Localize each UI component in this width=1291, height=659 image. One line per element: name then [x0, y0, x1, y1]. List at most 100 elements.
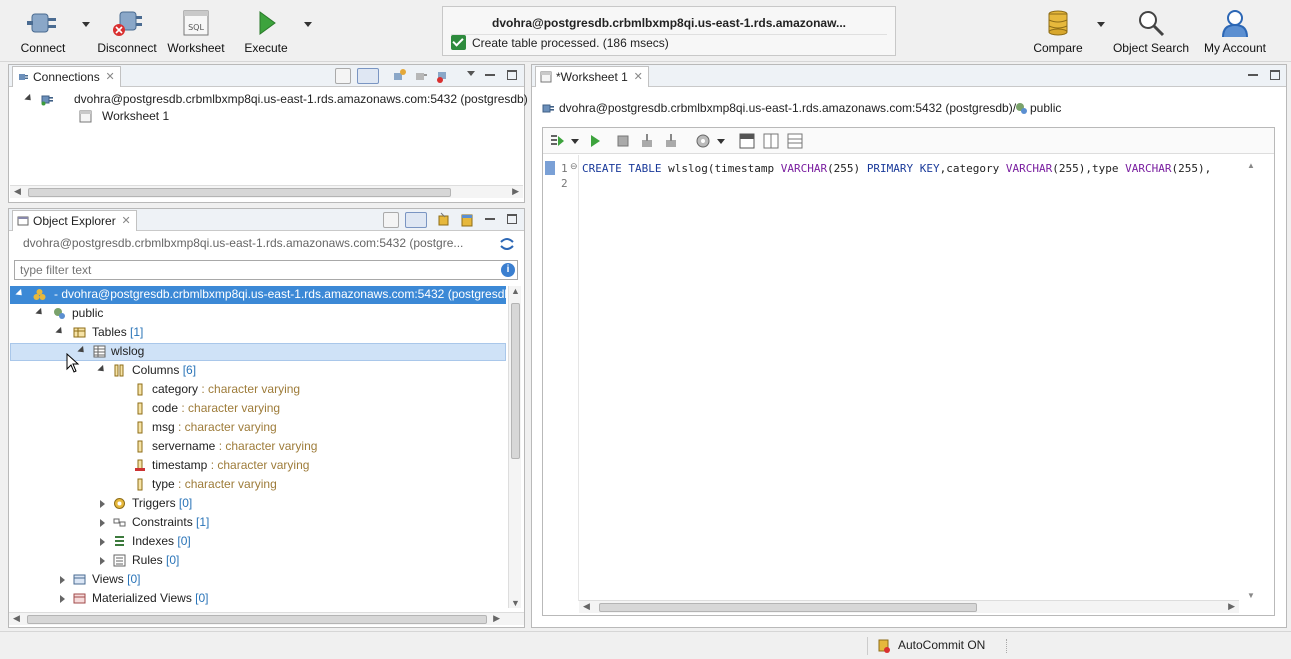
status-bar: AutoCommit ON	[0, 631, 1291, 659]
commit-icon[interactable]	[639, 133, 655, 149]
disconnect-small-icon[interactable]	[435, 68, 451, 84]
new-connection-icon[interactable]	[391, 68, 407, 84]
magnifier-icon	[1139, 11, 1165, 37]
layout-bottom-icon[interactable]	[787, 133, 803, 149]
explorer-view-icons	[383, 212, 427, 228]
connections-hscrollbar[interactable]: ◀ ▶	[10, 185, 523, 198]
rollback-icon[interactable]	[663, 133, 679, 149]
tree-collapse-icon[interactable]	[100, 519, 105, 527]
tree-collapse-icon[interactable]	[100, 557, 105, 565]
schema-icon	[54, 308, 65, 319]
link-with-editor-icon[interactable]	[357, 68, 379, 84]
compare-label: Compare	[1033, 41, 1083, 55]
scroll-left-icon[interactable]: ◀	[583, 601, 590, 612]
worksheet-panel-header: *Worksheet 1 ✕	[532, 65, 1286, 87]
close-icon[interactable]: ✕	[106, 67, 115, 87]
hscroll-thumb[interactable]	[599, 603, 977, 612]
tab-connections[interactable]: Connections ✕	[12, 66, 121, 87]
sql-type: VARCHAR	[780, 162, 828, 175]
scroll-right-icon[interactable]: ▶	[493, 613, 500, 624]
view-menu-dropdown-icon[interactable]	[467, 71, 475, 76]
execute-script-icon[interactable]	[549, 133, 565, 149]
notification-popup: dvohra@postgresdb.crbmlbxmp8qi.us-east-1…	[442, 6, 896, 56]
execute-button[interactable]: Execute	[240, 6, 292, 58]
table-name: wlslog	[111, 344, 145, 358]
close-icon[interactable]: ✕	[634, 67, 643, 87]
tables-count: [1]	[130, 325, 144, 339]
execute-dropdown-icon[interactable]	[304, 22, 312, 27]
info-icon[interactable]: i	[501, 263, 515, 277]
execute-statement-icon[interactable]	[587, 133, 603, 149]
connect-plug-icon	[27, 13, 56, 33]
tab-object-explorer[interactable]: Object Explorer ✕	[12, 210, 137, 231]
compare-button[interactable]: Compare	[1030, 6, 1086, 58]
column-type: : character varying	[181, 401, 281, 415]
tab-worksheet-1[interactable]: *Worksheet 1 ✕	[535, 66, 649, 87]
close-icon[interactable]: ✕	[121, 211, 130, 231]
database-icon[interactable]	[459, 212, 475, 228]
main-toolbar: Connect Disconnect SQL Worksheet Execute	[0, 0, 1291, 62]
object-search-button[interactable]: Object Search	[1112, 6, 1190, 58]
layout-split-icon[interactable]	[763, 133, 779, 149]
collapse-all-icon[interactable]	[335, 68, 351, 84]
maximize-icon[interactable]	[507, 214, 517, 224]
fold-collapse-icon[interactable]: ⊖	[570, 161, 578, 172]
worksheet-schema-label[interactable]: public	[1030, 99, 1061, 118]
tree-collapse-icon[interactable]	[100, 500, 105, 508]
connect-button[interactable]: Connect	[14, 6, 72, 58]
triggers-label: Triggers	[132, 496, 176, 510]
tree-collapse-icon[interactable]	[100, 538, 105, 546]
scroll-down-icon[interactable]: ▼	[1247, 591, 1255, 600]
scroll-right-icon[interactable]: ▶	[1228, 601, 1235, 612]
user-account-icon	[1222, 10, 1248, 38]
tree-expand-icon[interactable]	[24, 93, 34, 104]
minimize-icon[interactable]	[485, 70, 495, 80]
explorer-vscrollbar[interactable]: ▲ ▼	[508, 286, 521, 608]
columns-icon	[114, 364, 124, 377]
filter-db-icon[interactable]	[437, 212, 453, 228]
worksheet-sql-icon: SQL	[183, 10, 209, 36]
tree-collapse-icon[interactable]	[60, 576, 65, 584]
link-with-editor-icon[interactable]	[405, 212, 427, 228]
sql-code-line-1[interactable]: CREATE TABLE wlslog(timestamp VARCHAR(25…	[582, 162, 1211, 175]
vscroll-thumb[interactable]	[511, 303, 520, 459]
worksheet-button[interactable]: SQL Worksheet	[166, 6, 226, 58]
execute-script-dropdown-icon[interactable]	[571, 139, 579, 144]
compare-dropdown-icon[interactable]	[1097, 22, 1105, 27]
format-db-icon[interactable]	[695, 133, 711, 149]
my-account-button[interactable]: My Account	[1200, 6, 1270, 58]
line-number: 1	[561, 162, 568, 175]
worksheet-connection-label[interactable]: dvohra@postgresdb.crbmlbxmp8qi.us-east-1…	[559, 99, 1016, 118]
maximize-icon[interactable]	[1270, 70, 1280, 80]
sql-editor[interactable]: 1 ⊖ 2 CREATE TABLE wlslog(timestamp VARC…	[542, 127, 1275, 616]
refresh-connection-icon[interactable]	[499, 237, 515, 251]
scroll-right-icon[interactable]: ▶	[512, 186, 519, 197]
scroll-up-icon[interactable]: ▲	[1247, 161, 1255, 170]
scroll-up-icon[interactable]: ▲	[511, 286, 520, 296]
connection-props-icon[interactable]	[413, 68, 429, 84]
column-type: : character varying	[201, 382, 301, 396]
autocommit-status[interactable]: AutoCommit ON	[898, 638, 985, 652]
filter-input[interactable]	[14, 260, 518, 280]
connect-dropdown-icon[interactable]	[82, 22, 90, 27]
format-dropdown-icon[interactable]	[717, 139, 725, 144]
minimize-icon[interactable]	[485, 214, 495, 224]
scroll-left-icon[interactable]: ◀	[14, 186, 21, 197]
disconnect-button[interactable]: Disconnect	[96, 6, 158, 58]
scroll-down-icon[interactable]: ▼	[511, 598, 520, 608]
worksheet-name: Worksheet 1	[102, 109, 170, 123]
scroll-left-icon[interactable]: ◀	[13, 613, 20, 624]
layout-top-icon[interactable]	[739, 133, 755, 149]
editor-vscrollbar[interactable]: ▲ ▼	[1245, 155, 1258, 602]
explorer-hscrollbar[interactable]: ◀ ▶	[9, 612, 524, 625]
editor-hscrollbar[interactable]: ◀ ▶	[579, 600, 1239, 613]
hscroll-thumb[interactable]	[28, 188, 451, 197]
tree-collapse-icon[interactable]	[60, 595, 65, 603]
hscroll-thumb[interactable]	[27, 615, 487, 624]
minimize-icon[interactable]	[1248, 70, 1258, 80]
maximize-icon[interactable]	[507, 70, 517, 80]
rules-list-icon	[113, 554, 126, 567]
stop-icon[interactable]	[615, 133, 631, 149]
constraints-label: Constraints	[132, 515, 193, 529]
collapse-all-icon[interactable]	[383, 212, 399, 228]
